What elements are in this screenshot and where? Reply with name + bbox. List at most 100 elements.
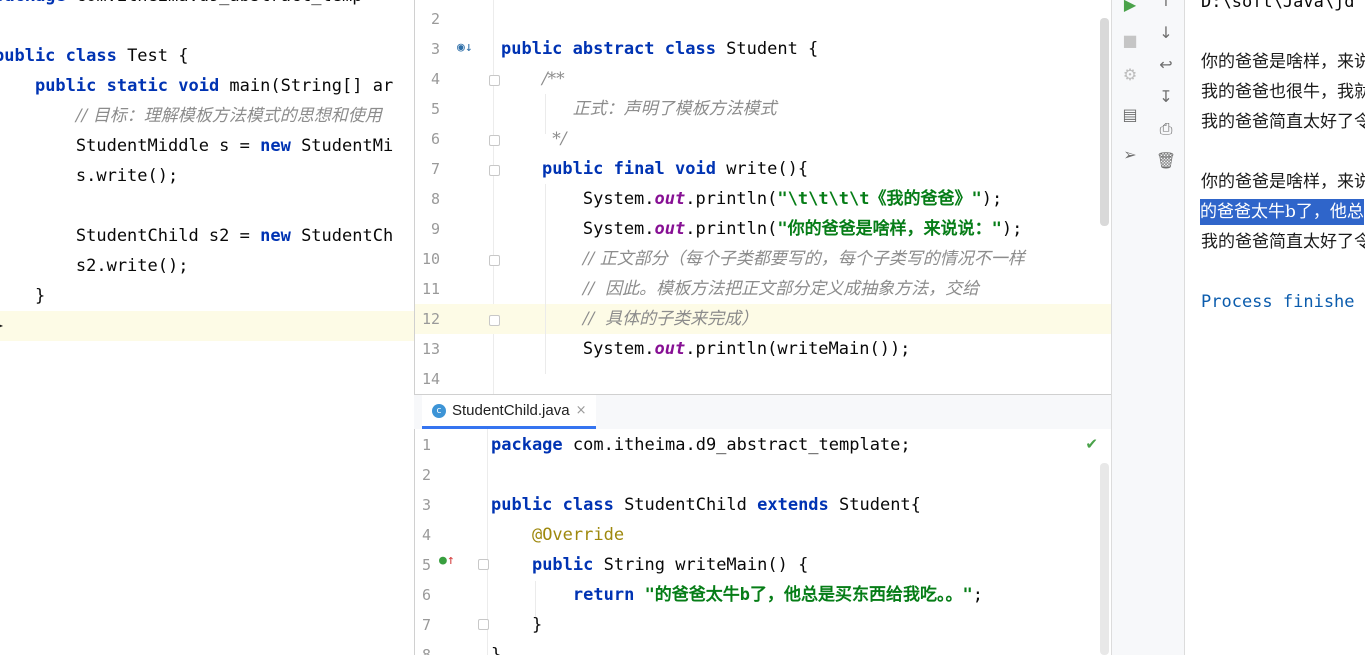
code-line[interactable]: 11 // 因此。模板方法把正文部分定义成抽象方法，交给: [415, 274, 1112, 304]
code-text: @Override: [491, 520, 624, 550]
code-line[interactable]: [0, 191, 414, 221]
scrollbar[interactable]: [1100, 18, 1109, 226]
run-icon[interactable]: ▶: [1112, 0, 1148, 18]
code-token: }: [0, 316, 4, 336]
down-arrow-icon[interactable]: ↓: [1148, 20, 1184, 46]
code-token: // 正文部分（每个子类都要写的，每个子类写的情况不一样: [582, 249, 1025, 269]
scrollbar[interactable]: [1100, 463, 1109, 655]
code-line[interactable]: public static void main(String[] ar: [0, 71, 414, 101]
stop-icon[interactable]: ■: [1112, 28, 1148, 54]
code-line[interactable]: }: [0, 281, 414, 311]
code-line[interactable]: 7 public final void write(){: [415, 154, 1112, 184]
code-token: public: [531, 555, 594, 575]
student-editor[interactable]: 2 3 public abstract class Student {4 /** 5 …: [414, 0, 1112, 394]
code-token: */: [552, 129, 567, 149]
code-line[interactable]: 12 // 具体的子类来完成）: [415, 304, 1112, 334]
console-line[interactable]: 你的爸爸是啥样，来说: [1201, 47, 1365, 77]
code-token: Student{: [828, 495, 921, 515]
console-line[interactable]: 你的爸爸是啥样，来说: [1201, 167, 1365, 197]
override-icon[interactable]: ●↑: [439, 553, 455, 568]
code-text: // 具体的子类来完成）: [501, 304, 758, 334]
console-line[interactable]: D:\soft\Java\jd: [1201, 0, 1355, 17]
left-code-area[interactable]: package com.itheima.d9_abstract_temppubl…: [0, 0, 414, 381]
scroll-end-icon[interactable]: ↧: [1148, 84, 1184, 110]
console-line[interactable]: 我的爸爸简直太好了令: [1201, 227, 1365, 257]
console-line[interactable]: Process finishe: [1201, 287, 1355, 317]
run-console[interactable]: D:\soft\Java\jd 你的爸爸是啥样，来说 我的爸爸也很牛，我就 我的爸爸简…: [1185, 0, 1365, 655]
code-token: StudentCh: [290, 226, 394, 246]
code-line[interactable]: 9 System.out.println("你的爸爸是啥样，来说说：");: [415, 214, 1112, 244]
code-token: "你的爸爸是啥样，来说说：": [777, 219, 1002, 239]
code-line[interactable]: s.write();: [0, 161, 414, 191]
code-line[interactable]: 5 正式：声明了模板方法模式: [415, 94, 1112, 124]
code-text: public static void main(String[] ar: [0, 71, 393, 101]
fold-marker[interactable]: [489, 315, 500, 326]
code-line[interactable]: }: [0, 311, 414, 341]
console-line[interactable]: 我的爸爸简直太好了令: [1201, 107, 1365, 137]
code-line[interactable]: 5 public String writeMain() {: [415, 550, 1112, 580]
code-text: s2.write();: [0, 251, 189, 281]
soft-wrap-icon[interactable]: ↩: [1148, 52, 1184, 78]
fold-marker[interactable]: [489, 75, 500, 86]
studentchild-editor[interactable]: 1 package com.itheima.d9_abstract_templat…: [414, 429, 1112, 655]
indent-guide: [545, 94, 546, 134]
close-icon[interactable]: ×: [576, 403, 587, 418]
up-arrow-icon[interactable]: ↑: [1148, 0, 1184, 14]
console-line[interactable]: 我的爸爸也很牛，我就: [1201, 77, 1365, 107]
fold-marker[interactable]: [478, 559, 489, 570]
code-line[interactable]: 8}: [415, 640, 1112, 655]
code-line[interactable]: 7 }: [415, 610, 1112, 640]
code-line[interactable]: 13 System.out.println(writeMain());: [415, 334, 1112, 364]
implemented-icon[interactable]: ◉↓: [457, 40, 473, 55]
code-token: String writeMain() {: [593, 555, 809, 575]
code-token: public class: [491, 495, 614, 515]
trash-icon[interactable]: 🗑: [1148, 148, 1184, 174]
code-token: main(String[] ar: [219, 76, 394, 96]
tab-studentchild[interactable]: c StudentChild.java ×: [422, 395, 597, 429]
layout-icon[interactable]: ▤: [1112, 102, 1148, 128]
code-text: package com.itheima.d9_abstract_template…: [491, 430, 911, 460]
line-number: 3: [430, 40, 440, 58]
code-line[interactable]: StudentChild s2 = new StudentCh: [0, 221, 414, 251]
code-line[interactable]: 10 // 正文部分（每个子类都要写的，每个子类写的情况不一样: [415, 244, 1112, 274]
left-editor[interactable]: package com.itheima.d9_abstract_temppubl…: [0, 0, 414, 655]
code-line[interactable]: s2.write();: [0, 251, 414, 281]
bottom-code-area[interactable]: 1 package com.itheima.d9_abstract_templat…: [415, 430, 1112, 655]
line-number: 5: [421, 556, 431, 574]
code-line[interactable]: 8 System.out.println("\t\t\t\t《我的爸爸》");: [415, 184, 1112, 214]
code-token: extends: [757, 495, 829, 515]
fold-marker[interactable]: [489, 165, 500, 176]
fold-marker[interactable]: [489, 255, 500, 266]
code-token: com.itheima.d9_abstract_temp: [66, 0, 363, 6]
code-text: public abstract class Student {: [501, 34, 818, 64]
code-token: out: [654, 219, 686, 239]
debug-icon[interactable]: ⚙: [1112, 62, 1148, 88]
code-line[interactable]: public class Test {: [0, 41, 414, 71]
console-line[interactable]: 的爸爸太牛b了，他总: [1200, 199, 1364, 225]
code-line[interactable]: 2: [415, 4, 1112, 34]
code-text: System.out.println(writeMain());: [501, 334, 911, 364]
code-token: StudentMiddle s =: [0, 136, 261, 156]
code-line[interactable]: StudentMiddle s = new StudentMi: [0, 131, 414, 161]
code-token: Student {: [715, 39, 819, 59]
fold-marker[interactable]: [478, 619, 489, 630]
code-line[interactable]: 14: [415, 364, 1112, 394]
code-line[interactable]: 2: [415, 460, 1112, 490]
top-code-area[interactable]: 2 3 public abstract class Student {4 /** 5 …: [415, 4, 1112, 394]
code-line[interactable]: 4 @Override: [415, 520, 1112, 550]
code-token: new: [260, 226, 291, 246]
line-number: 12: [421, 310, 440, 328]
code-line[interactable]: // 目标：理解模板方法模式的思想和使用: [0, 101, 414, 131]
pin-icon[interactable]: ➢: [1112, 142, 1148, 168]
line-number: 14: [421, 370, 440, 388]
code-line[interactable]: [0, 11, 414, 41]
code-line[interactable]: 4 /**: [415, 64, 1112, 94]
fold-marker[interactable]: [489, 135, 500, 146]
code-line[interactable]: 1 package com.itheima.d9_abstract_templat…: [415, 430, 1112, 460]
code-line[interactable]: 3 public abstract class Student {: [415, 34, 1112, 64]
print-icon[interactable]: ⎙: [1148, 116, 1184, 142]
code-line[interactable]: 6 */: [415, 124, 1112, 154]
code-line[interactable]: 6 return "的爸爸太牛b了，他总是买东西给我吃。。";: [415, 580, 1112, 610]
code-line[interactable]: package com.itheima.d9_abstract_temp: [0, 0, 414, 11]
code-line[interactable]: 3 public class StudentChild extends Stude…: [415, 490, 1112, 520]
